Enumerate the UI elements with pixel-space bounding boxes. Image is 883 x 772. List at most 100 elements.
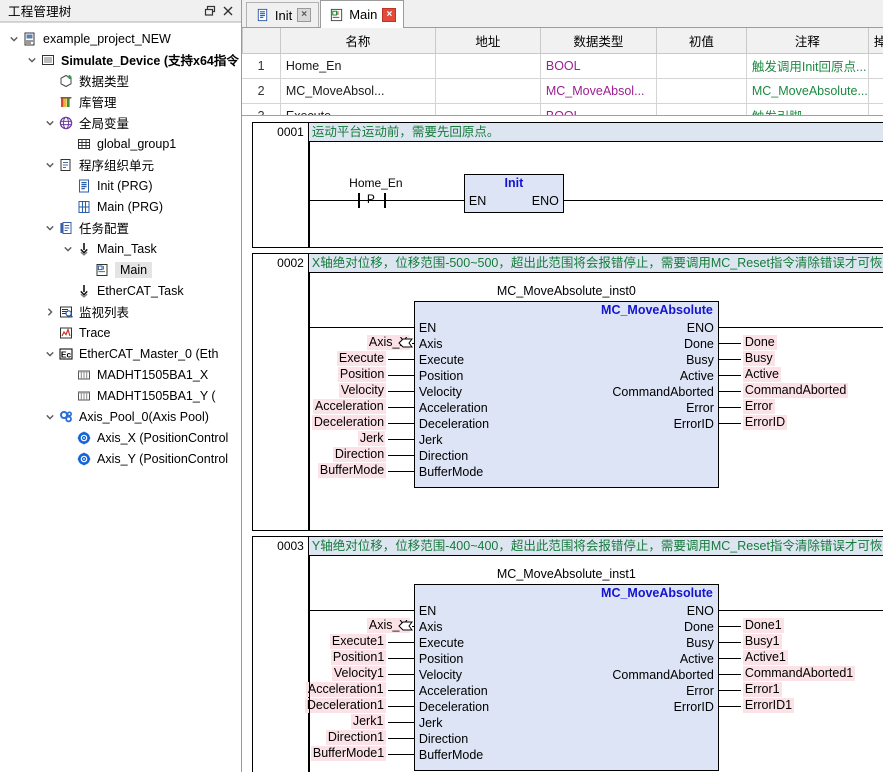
variable-tag[interactable]: Active1 <box>742 650 788 665</box>
variable-cell-name[interactable]: Execute <box>279 102 436 115</box>
table-row[interactable]: 2 MC_MoveAbsol... MC_MoveAbsol... MC_MoveAb… <box>242 77 883 104</box>
variable-tag[interactable]: Execute1 <box>329 634 386 649</box>
tree-item-main_task[interactable]: Main_Task <box>0 238 241 259</box>
chevron-down-icon[interactable] <box>42 154 57 175</box>
variable-cell-retain[interactable] <box>867 52 883 79</box>
tree-item-[interactable]: 任务配置 <box>0 217 241 238</box>
network-comment[interactable]: Y轴绝对位移，位移范围-400~400，超出此范围将会报错停止，需要调用MC_R… <box>308 537 883 556</box>
variable-cell-comment[interactable]: 触发调用Init回原点... <box>745 52 869 79</box>
tab-close-icon[interactable]: × <box>382 7 397 22</box>
variable-column-header[interactable]: 地址 <box>434 28 541 54</box>
tree-item-[interactable]: 程序组织单元 <box>0 154 241 175</box>
variable-cell-init[interactable] <box>655 77 747 104</box>
variable-tag[interactable]: Done1 <box>742 618 784 633</box>
variable-tag[interactable]: Position <box>337 367 387 382</box>
network-diagram[interactable]: Init EN ENO Home_En P <box>308 142 883 247</box>
variable-tag[interactable]: Position1 <box>330 650 387 665</box>
tree-item-simulate_device-x64[interactable]: Simulate_Device (支持x64指令 <box>0 49 241 70</box>
network-comment[interactable]: X轴绝对位移，位移范围-500~500，超出此范围将会报错停止，需要调用MC_R… <box>308 254 883 273</box>
network-diagram[interactable]: MC_MoveAbsolute_inst1 MC_MoveAbsolute EN Ax… <box>304 556 883 772</box>
variable-tag[interactable]: ErrorID1 <box>742 698 795 713</box>
close-icon[interactable] <box>219 2 237 20</box>
tab-close-icon[interactable]: × <box>297 8 312 22</box>
tab-init[interactable]: Init × <box>245 2 320 27</box>
variable-column-header[interactable]: 掉电保持 <box>867 28 883 54</box>
variable-column-header[interactable]: 名称 <box>279 28 436 54</box>
variable-tag[interactable]: BufferMode <box>317 463 387 478</box>
ladder-editor-canvas[interactable]: 0001 运动平台运动前，需要先回原点。 Init EN ENO Home_En P 0002… <box>241 116 883 772</box>
variable-tag[interactable]: Active <box>742 367 781 382</box>
network-comment[interactable]: 运动平台运动前，需要先回原点。 <box>308 123 883 142</box>
variable-tag[interactable]: BufferMode1 <box>310 746 387 761</box>
variable-tag[interactable]: Velocity1 <box>331 666 386 681</box>
tree-item-example_project_new[interactable]: example_project_NEW <box>0 28 241 49</box>
variable-cell-init[interactable] <box>655 52 747 79</box>
tree-item-[interactable]: 全局变量 <box>0 112 241 133</box>
chevron-right-icon[interactable] <box>42 301 57 322</box>
variable-tag[interactable]: ErrorID <box>742 415 788 430</box>
variable-cell-init[interactable] <box>655 102 747 115</box>
variable-column-header[interactable]: 注释 <box>745 28 869 54</box>
variable-tag[interactable]: Error <box>742 399 775 414</box>
chevron-down-icon[interactable] <box>42 112 57 133</box>
table-row[interactable]: 1 Home_En BOOL 触发调用Init回原点... <box>242 52 883 79</box>
variable-tag[interactable]: Jerk1 <box>350 714 386 729</box>
tree-item-trace[interactable]: Trace <box>0 322 241 343</box>
variable-cell-name[interactable]: Home_En <box>279 52 436 79</box>
variable-tag[interactable]: Acceleration <box>312 399 386 414</box>
tree-item-ethercat_master_0-eth[interactable]: Ec EtherCAT_Master_0 (Eth <box>0 343 241 364</box>
variable-cell-num[interactable]: 3 <box>242 102 281 115</box>
tree-item-global_group1[interactable]: global_group1 <box>0 133 241 154</box>
variable-tag[interactable]: Busy <box>742 351 775 366</box>
variable-column-header[interactable] <box>241 28 281 54</box>
chevron-down-icon[interactable] <box>42 343 57 364</box>
variable-tag[interactable]: Direction <box>332 447 387 462</box>
function-block[interactable]: Init EN ENO <box>463 174 564 213</box>
variable-table-body[interactable]: 1 Home_En BOOL 触发调用Init回原点... 2 MC_MoveAbsol.… <box>242 52 883 115</box>
variable-tag[interactable]: Deceleration1 <box>304 698 386 713</box>
variable-declaration-table[interactable]: 名称地址数据类型初值注释掉电保持 1Home_En BOOL 触发调用Init回原点… <box>241 28 883 116</box>
variable-tag[interactable]: Busy1 <box>742 634 782 649</box>
chevron-down-icon[interactable] <box>60 238 75 259</box>
variable-cell-datatype[interactable]: BOOL <box>539 52 657 79</box>
variable-cell-retain[interactable] <box>867 102 883 115</box>
variable-cell-name[interactable]: MC_MoveAbsol... <box>279 77 436 104</box>
variable-tag[interactable]: Execute <box>336 351 387 366</box>
variable-cell-retain[interactable] <box>867 77 883 104</box>
tree-item-init-prg[interactable]: Init (PRG) <box>0 175 241 196</box>
function-block[interactable]: MC_MoveAbsolute EN Axis Execute Position Velo… <box>413 584 719 771</box>
tree-item-axis_x-positioncontrol[interactable]: Axis_X (PositionControl <box>0 427 241 448</box>
tree-item-main[interactable]: Main <box>0 259 241 280</box>
chevron-down-icon[interactable] <box>24 49 39 70</box>
variable-tag[interactable]: CommandAborted1 <box>742 666 856 681</box>
variable-column-header[interactable]: 初值 <box>655 28 747 54</box>
variable-tag[interactable]: Acceleration1 <box>305 682 386 697</box>
variable-tag[interactable]: Direction1 <box>325 730 387 745</box>
tree-item-[interactable]: 数据类型 <box>0 70 241 91</box>
variable-tag[interactable]: Jerk <box>357 431 386 446</box>
function-block[interactable]: MC_MoveAbsolute EN Axis Execute Position Velo… <box>413 301 719 488</box>
tree-item-axis_pool_0-axis-pool[interactable]: Axis_Pool_0(Axis Pool) <box>0 406 241 427</box>
variable-cell-datatype[interactable]: BOOL <box>539 102 657 115</box>
variable-cell-num[interactable]: 2 <box>242 77 281 104</box>
variable-tag[interactable]: Done <box>742 335 777 350</box>
variable-tag[interactable]: Velocity <box>338 383 386 398</box>
variable-cell-comment[interactable]: 触发引脚 <box>745 102 869 115</box>
variable-cell-datatype[interactable]: MC_MoveAbsol... <box>539 77 657 104</box>
chevron-down-icon[interactable] <box>6 28 21 49</box>
tree-item-ethercat_task[interactable]: EtherCAT_Task <box>0 280 241 301</box>
variable-tag[interactable]: CommandAborted <box>742 383 849 398</box>
variable-cell-comment[interactable]: MC_MoveAbsolute... <box>745 77 869 104</box>
tree-item-[interactable]: 库管理 <box>0 91 241 112</box>
tree-item-[interactable]: 监视列表 <box>0 301 241 322</box>
variable-cell-num[interactable]: 1 <box>242 52 281 79</box>
network-diagram[interactable]: MC_MoveAbsolute_inst0 MC_MoveAbsolute EN Ax… <box>308 273 883 530</box>
project-tree-list[interactable]: example_project_NEW Simulate_Device (支持x6… <box>0 22 241 772</box>
tree-item-madht1505ba1_y[interactable]: MADHT1505BA1_Y ( <box>0 385 241 406</box>
tab-main[interactable]: Main × <box>320 0 405 28</box>
tree-item-main-prg[interactable]: Main (PRG) <box>0 196 241 217</box>
variable-cell-address[interactable] <box>434 52 541 79</box>
variable-column-header[interactable]: 数据类型 <box>539 28 657 54</box>
tree-item-axis_y-positioncontrol[interactable]: Axis_Y (PositionControl <box>0 448 241 469</box>
tree-item-madht1505ba1_x[interactable]: MADHT1505BA1_X <box>0 364 241 385</box>
